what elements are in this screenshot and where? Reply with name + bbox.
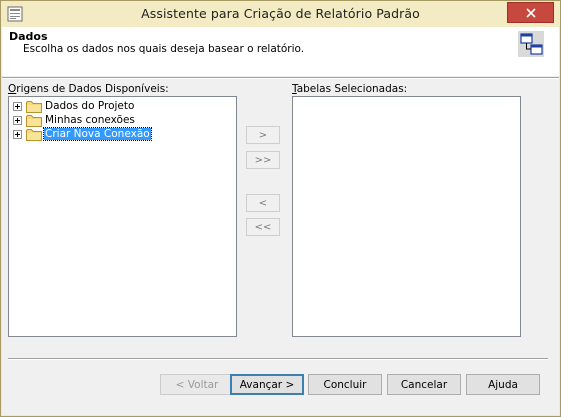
wizard-client-area: Dados Escolha os dados nos quais deseja …: [2, 27, 559, 415]
cancel-button[interactable]: Cancelar: [387, 374, 461, 395]
expand-icon[interactable]: [13, 115, 22, 125]
wizard-header: Dados Escolha os dados nos quais deseja …: [2, 27, 559, 76]
footer-divider-highlight: [8, 359, 548, 360]
help-button[interactable]: Ajuda: [466, 374, 540, 395]
folder-icon: [26, 114, 42, 127]
window-title: Assistente para Criação de Relatório Pad…: [141, 6, 420, 21]
close-button[interactable]: [507, 2, 554, 23]
wizard-window: Assistente para Criação de Relatório Pad…: [0, 0, 561, 417]
add-table-button[interactable]: >: [246, 126, 280, 144]
header-divider-highlight: [2, 78, 559, 79]
back-button[interactable]: < Voltar: [160, 374, 234, 395]
folder-icon: [26, 128, 42, 141]
available-sources-label: Origens de Dados Disponíveis:: [8, 83, 169, 95]
title-bar[interactable]: Assistente para Criação de Relatório Pad…: [1, 1, 560, 27]
remove-table-button[interactable]: <: [246, 194, 280, 212]
tree-item-label: Dados do Projeto: [45, 100, 135, 112]
tree-item-label: Minhas conexões: [45, 114, 135, 126]
step-title: Dados: [9, 30, 48, 43]
selected-tables-list[interactable]: [292, 96, 521, 337]
tree-item-dados-do-projeto[interactable]: Dados do Projeto: [13, 99, 135, 113]
tree-item-minhas-conexoes[interactable]: Minhas conexões: [13, 113, 136, 127]
folder-icon: [26, 100, 42, 113]
available-sources-tree[interactable]: Dados do Projeto Minhas conexões Criar N…: [8, 96, 237, 337]
expand-icon[interactable]: [13, 101, 22, 111]
tree-item-label: Criar Nova Conexão: [43, 127, 152, 141]
finish-button[interactable]: Concluir: [308, 374, 382, 395]
next-button[interactable]: Avançar >: [230, 374, 304, 395]
expand-icon[interactable]: [13, 129, 22, 139]
tree-item-criar-nova-conexao[interactable]: Criar Nova Conexão: [13, 127, 152, 141]
data-tables-icon: [518, 31, 544, 57]
add-all-tables-button[interactable]: >>: [246, 151, 280, 169]
close-icon: [525, 7, 536, 18]
remove-all-tables-button[interactable]: <<: [246, 218, 280, 236]
step-description: Escolha os dados nos quais deseja basear…: [23, 43, 305, 55]
selected-tables-label: Tabelas Selecionadas:: [292, 83, 408, 95]
